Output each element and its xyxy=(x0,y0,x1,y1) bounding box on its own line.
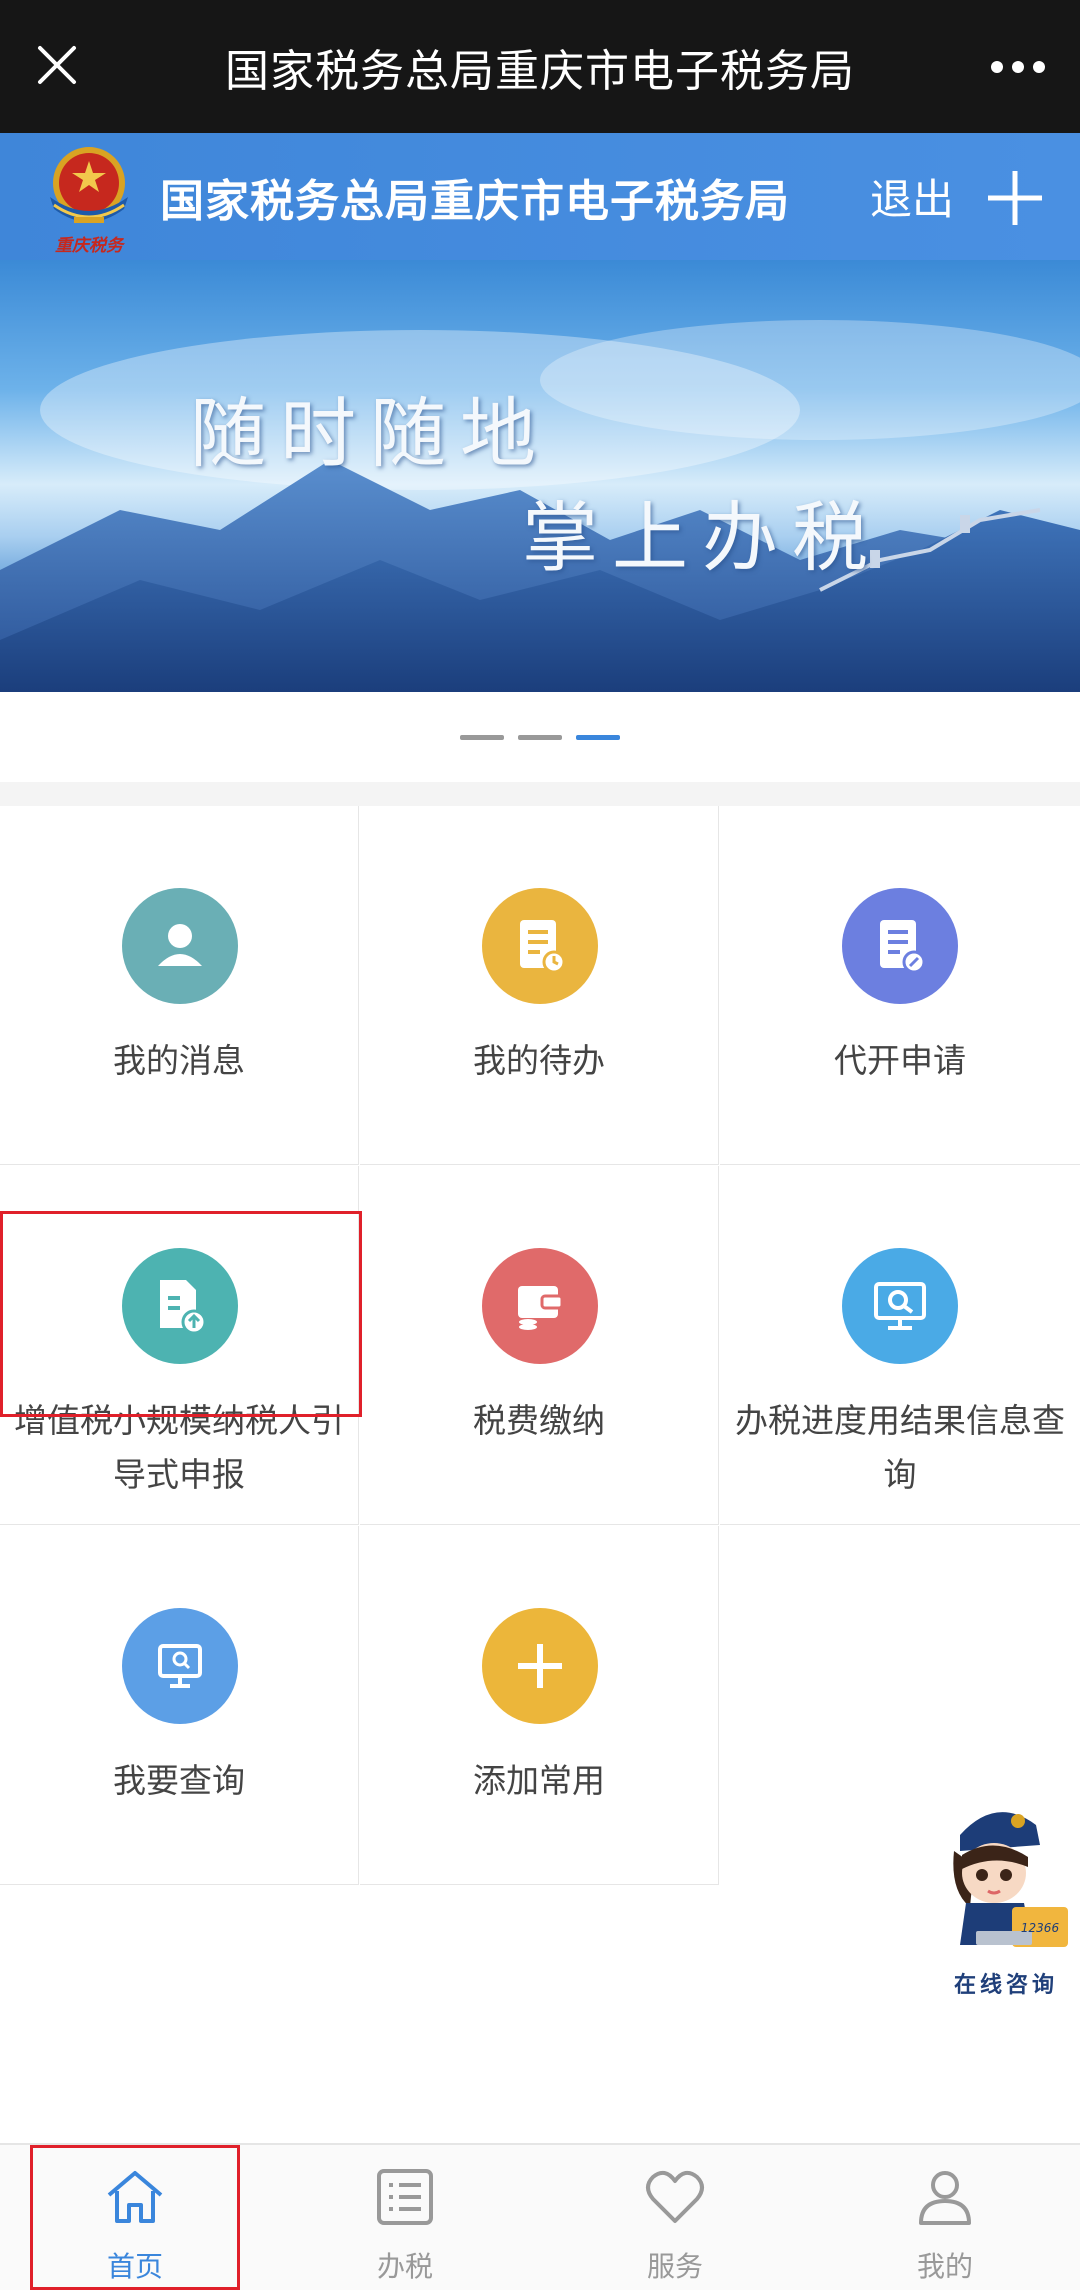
carousel-dot-active[interactable] xyxy=(576,734,620,740)
invoice-document-icon xyxy=(842,888,958,1004)
grid-item-my-query[interactable]: 我要查询 xyxy=(0,1526,359,1885)
grid-item-label: 我要查询 xyxy=(113,1761,245,1800)
grid-item-add-favorite[interactable]: 添加常用 xyxy=(360,1526,719,1885)
plus-icon xyxy=(482,1608,598,1724)
promo-banner[interactable]: 随时随地 掌上办税 xyxy=(0,260,1080,692)
todo-document-icon xyxy=(482,888,598,1004)
bottom-tab-bar: 首页 办税 服务 我的 xyxy=(0,2143,1080,2290)
logout-button[interactable]: 退出 xyxy=(870,133,954,260)
user-icon xyxy=(122,888,238,1004)
home-icon xyxy=(103,2165,167,2229)
tab-services[interactable]: 服务 xyxy=(540,2145,810,2290)
grid-item-label: 我的待办 xyxy=(473,1041,605,1080)
more-button[interactable] xyxy=(978,32,1058,102)
grid-item-label: 我的消息 xyxy=(113,1041,245,1080)
section-divider xyxy=(0,782,1080,806)
heart-icon xyxy=(643,2165,707,2229)
tab-tax-handling[interactable]: 办税 xyxy=(270,2145,540,2290)
grid-item-tax-payment[interactable]: 税费缴纳 xyxy=(360,1166,719,1525)
emblem-caption: 重庆税务 xyxy=(55,236,123,256)
tab-label: 我的 xyxy=(916,2250,973,2283)
carousel-dot[interactable] xyxy=(518,734,562,740)
grid-item-invoice-request[interactable]: 代开申请 xyxy=(720,806,1080,1165)
person-icon xyxy=(913,2165,977,2229)
grid-item-progress-result-query[interactable]: 办税进度用结果信息查询 xyxy=(720,1166,1080,1525)
tab-label: 办税 xyxy=(376,2250,433,2283)
carousel-indicator xyxy=(0,692,1080,782)
monitor-query-icon xyxy=(122,1608,238,1724)
tab-label: 首页 xyxy=(106,2250,163,2283)
grid-item-label: 添加常用 xyxy=(473,1761,605,1800)
grid-item-my-todo[interactable]: 我的待办 xyxy=(360,806,719,1165)
grid-item-my-messages[interactable]: 我的消息 xyxy=(0,806,359,1165)
grid-item-label: 税费缴纳 xyxy=(473,1401,605,1440)
assistant-avatar-icon: 12366 xyxy=(953,1812,1068,1947)
plus-icon xyxy=(988,171,1042,225)
add-button[interactable] xyxy=(980,163,1050,233)
window-title: 国家税务总局重庆市电子税务局 xyxy=(225,45,855,97)
tab-mine[interactable]: 我的 xyxy=(810,2145,1080,2290)
list-icon xyxy=(373,2165,437,2229)
grid-item-label: 办税进度用结果信息查询 xyxy=(735,1401,1065,1494)
online-consult-button[interactable]: 12366 在线咨询 xyxy=(936,1795,1076,1998)
carousel-dot[interactable] xyxy=(460,734,504,740)
assistant-badge-text: 12366 xyxy=(1021,1921,1060,1935)
grid-item-label: 代开申请 xyxy=(834,1041,966,1080)
upload-document-icon xyxy=(122,1248,238,1364)
banner-slogan-line1: 随时随地 xyxy=(190,389,550,478)
tab-home[interactable]: 首页 xyxy=(0,2145,270,2290)
close-icon xyxy=(38,46,76,84)
app-title-bar: 国家税务总局重庆市电子税务局 xyxy=(0,0,1080,133)
assistant-label: 在线咨询 xyxy=(953,1973,1058,1998)
more-dots-icon xyxy=(991,61,1045,73)
monitor-search-icon xyxy=(842,1248,958,1364)
site-title: 国家税务总局重庆市电子税务局 xyxy=(160,175,790,227)
banner-slogan-line2: 掌上办税 xyxy=(522,493,882,582)
tab-label: 服务 xyxy=(646,2250,703,2283)
grid-item-label: 增值税小规模纳税人引导式申报 xyxy=(14,1401,344,1494)
tax-emblem-logo: 重庆税务 xyxy=(36,139,142,256)
close-button[interactable] xyxy=(22,30,92,100)
wallet-icon xyxy=(482,1248,598,1364)
site-header: 重庆税务 国家税务总局重庆市电子税务局 退出 xyxy=(0,133,1080,260)
grid-item-vat-small-scale-declaration[interactable]: 增值税小规模纳税人引导式申报 xyxy=(0,1166,359,1525)
